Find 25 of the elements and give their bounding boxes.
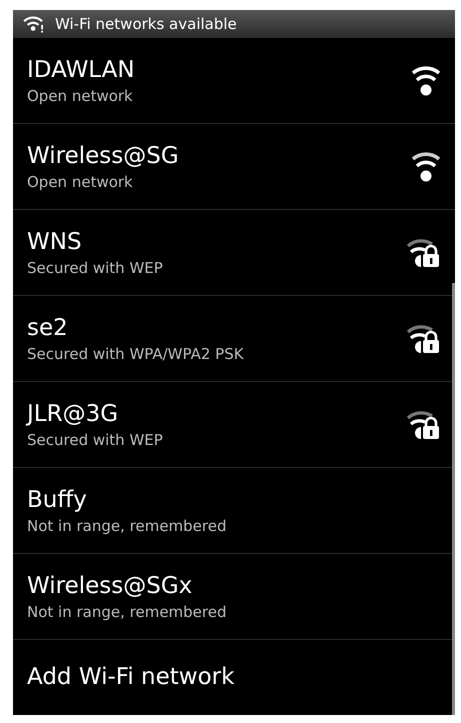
network-status: Secured with WEP — [27, 430, 163, 448]
wifi-alert-icon — [23, 15, 45, 33]
network-name: Wireless@SG — [27, 142, 179, 168]
scrollbar[interactable] — [452, 283, 455, 715]
wifi-lock-icon — [407, 410, 441, 440]
wifi-lock-icon — [407, 324, 441, 354]
network-status: Secured with WEP — [27, 258, 163, 276]
network-name: JLR@3G — [27, 400, 120, 426]
network-name: Buffy — [27, 486, 88, 512]
network-item[interactable]: Wireless@SG Open network — [13, 124, 455, 210]
network-status: Not in range, remembered — [27, 602, 226, 620]
notification-text: Wi-Fi networks available — [55, 15, 237, 33]
network-status: Open network — [27, 86, 134, 104]
network-status: Not in range, remembered — [27, 516, 226, 534]
network-name: IDAWLAN — [27, 56, 135, 82]
network-item[interactable]: WNS Secured with WEP — [13, 210, 455, 296]
network-name: WNS — [27, 228, 83, 254]
add-network-item[interactable]: Add Wi-Fi network — [13, 640, 455, 714]
network-status: Open network — [27, 172, 134, 190]
wifi-lock-icon — [407, 238, 441, 268]
network-item[interactable]: IDAWLAN Open network — [13, 38, 455, 124]
network-name: Wireless@SGx — [27, 572, 194, 598]
network-status: Secured with WPA/WPA2 PSK — [27, 344, 244, 362]
network-name: se2 — [27, 314, 69, 340]
add-network-label: Add Wi-Fi network — [27, 664, 234, 690]
